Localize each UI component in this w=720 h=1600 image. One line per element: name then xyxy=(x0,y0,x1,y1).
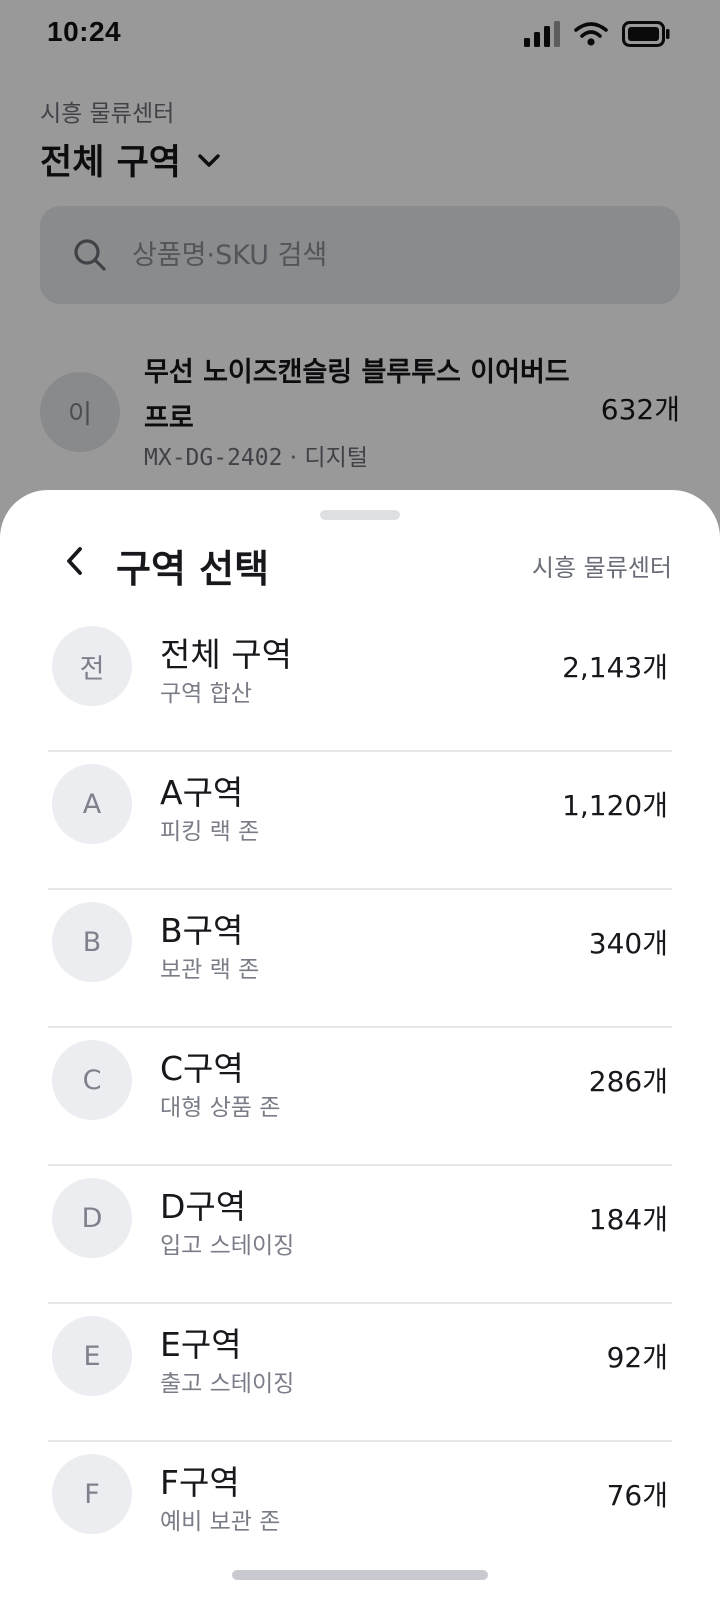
chevron-left-icon xyxy=(67,547,82,575)
zone-name: D구역 xyxy=(160,1187,247,1226)
zone-item-a[interactable]: A A구역 피킹 랙 존 1,120개 xyxy=(48,752,672,890)
zone-name: C구역 xyxy=(160,1049,244,1088)
zone-count: 92개 xyxy=(606,1341,668,1374)
zone-count: 76개 xyxy=(606,1479,668,1512)
zone-name: A구역 xyxy=(160,773,244,812)
zone-select-sheet: 구역 선택 시흥 물류센터 전 전체 구역 구역 합산 2,143개 A A구역… xyxy=(0,490,720,1600)
zone-item-d[interactable]: D D구역 입고 스테이징 184개 xyxy=(48,1166,672,1304)
zone-count: 2,143개 xyxy=(562,651,668,684)
zone-count: 1,120개 xyxy=(562,789,668,822)
sheet-context: 시흥 물류센터 xyxy=(531,554,672,582)
zone-name: 전체 구역 xyxy=(160,635,292,674)
zone-description: 출고 스테이징 xyxy=(160,1371,295,1397)
zone-item-c[interactable]: C C구역 대형 상품 존 286개 xyxy=(48,1028,672,1166)
zone-description: 예비 보관 존 xyxy=(160,1509,281,1535)
zone-count: 340개 xyxy=(588,927,668,960)
zone-avatar: 전 xyxy=(52,626,132,706)
zone-name: B구역 xyxy=(160,911,244,950)
zone-avatar: E xyxy=(52,1316,132,1396)
zone-item-all[interactable]: 전 전체 구역 구역 합산 2,143개 xyxy=(48,614,672,752)
zone-count: 286개 xyxy=(588,1065,668,1098)
zone-description: 피킹 랙 존 xyxy=(160,819,260,845)
zone-item-b[interactable]: B B구역 보관 랙 존 340개 xyxy=(48,890,672,1028)
home-indicator[interactable] xyxy=(232,1570,488,1580)
zone-avatar: D xyxy=(52,1178,132,1258)
zone-count: 184개 xyxy=(588,1203,668,1236)
back-button[interactable] xyxy=(50,536,100,586)
zone-description: 구역 합산 xyxy=(160,681,252,707)
zone-description: 입고 스테이징 xyxy=(160,1233,295,1259)
zone-avatar: C xyxy=(52,1040,132,1120)
zone-description: 대형 상품 존 xyxy=(160,1095,281,1121)
sheet-drag-handle[interactable] xyxy=(320,510,400,520)
zone-item-e[interactable]: E E구역 출고 스테이징 92개 xyxy=(48,1304,672,1442)
zone-avatar: F xyxy=(52,1454,132,1534)
zone-avatar: A xyxy=(52,764,132,844)
zone-name: F구역 xyxy=(160,1463,240,1502)
zone-avatar: B xyxy=(52,902,132,982)
zone-name: E구역 xyxy=(160,1325,242,1364)
sheet-title: 구역 선택 xyxy=(116,547,270,591)
zone-list: 전 전체 구역 구역 합산 2,143개 A A구역 피킹 랙 존 1,120개… xyxy=(48,614,672,1580)
zone-description: 보관 랙 존 xyxy=(160,957,260,983)
sheet-header: 구역 선택 시흥 물류센터 xyxy=(0,532,720,592)
zone-item-f[interactable]: F F구역 예비 보관 존 76개 xyxy=(48,1442,672,1580)
